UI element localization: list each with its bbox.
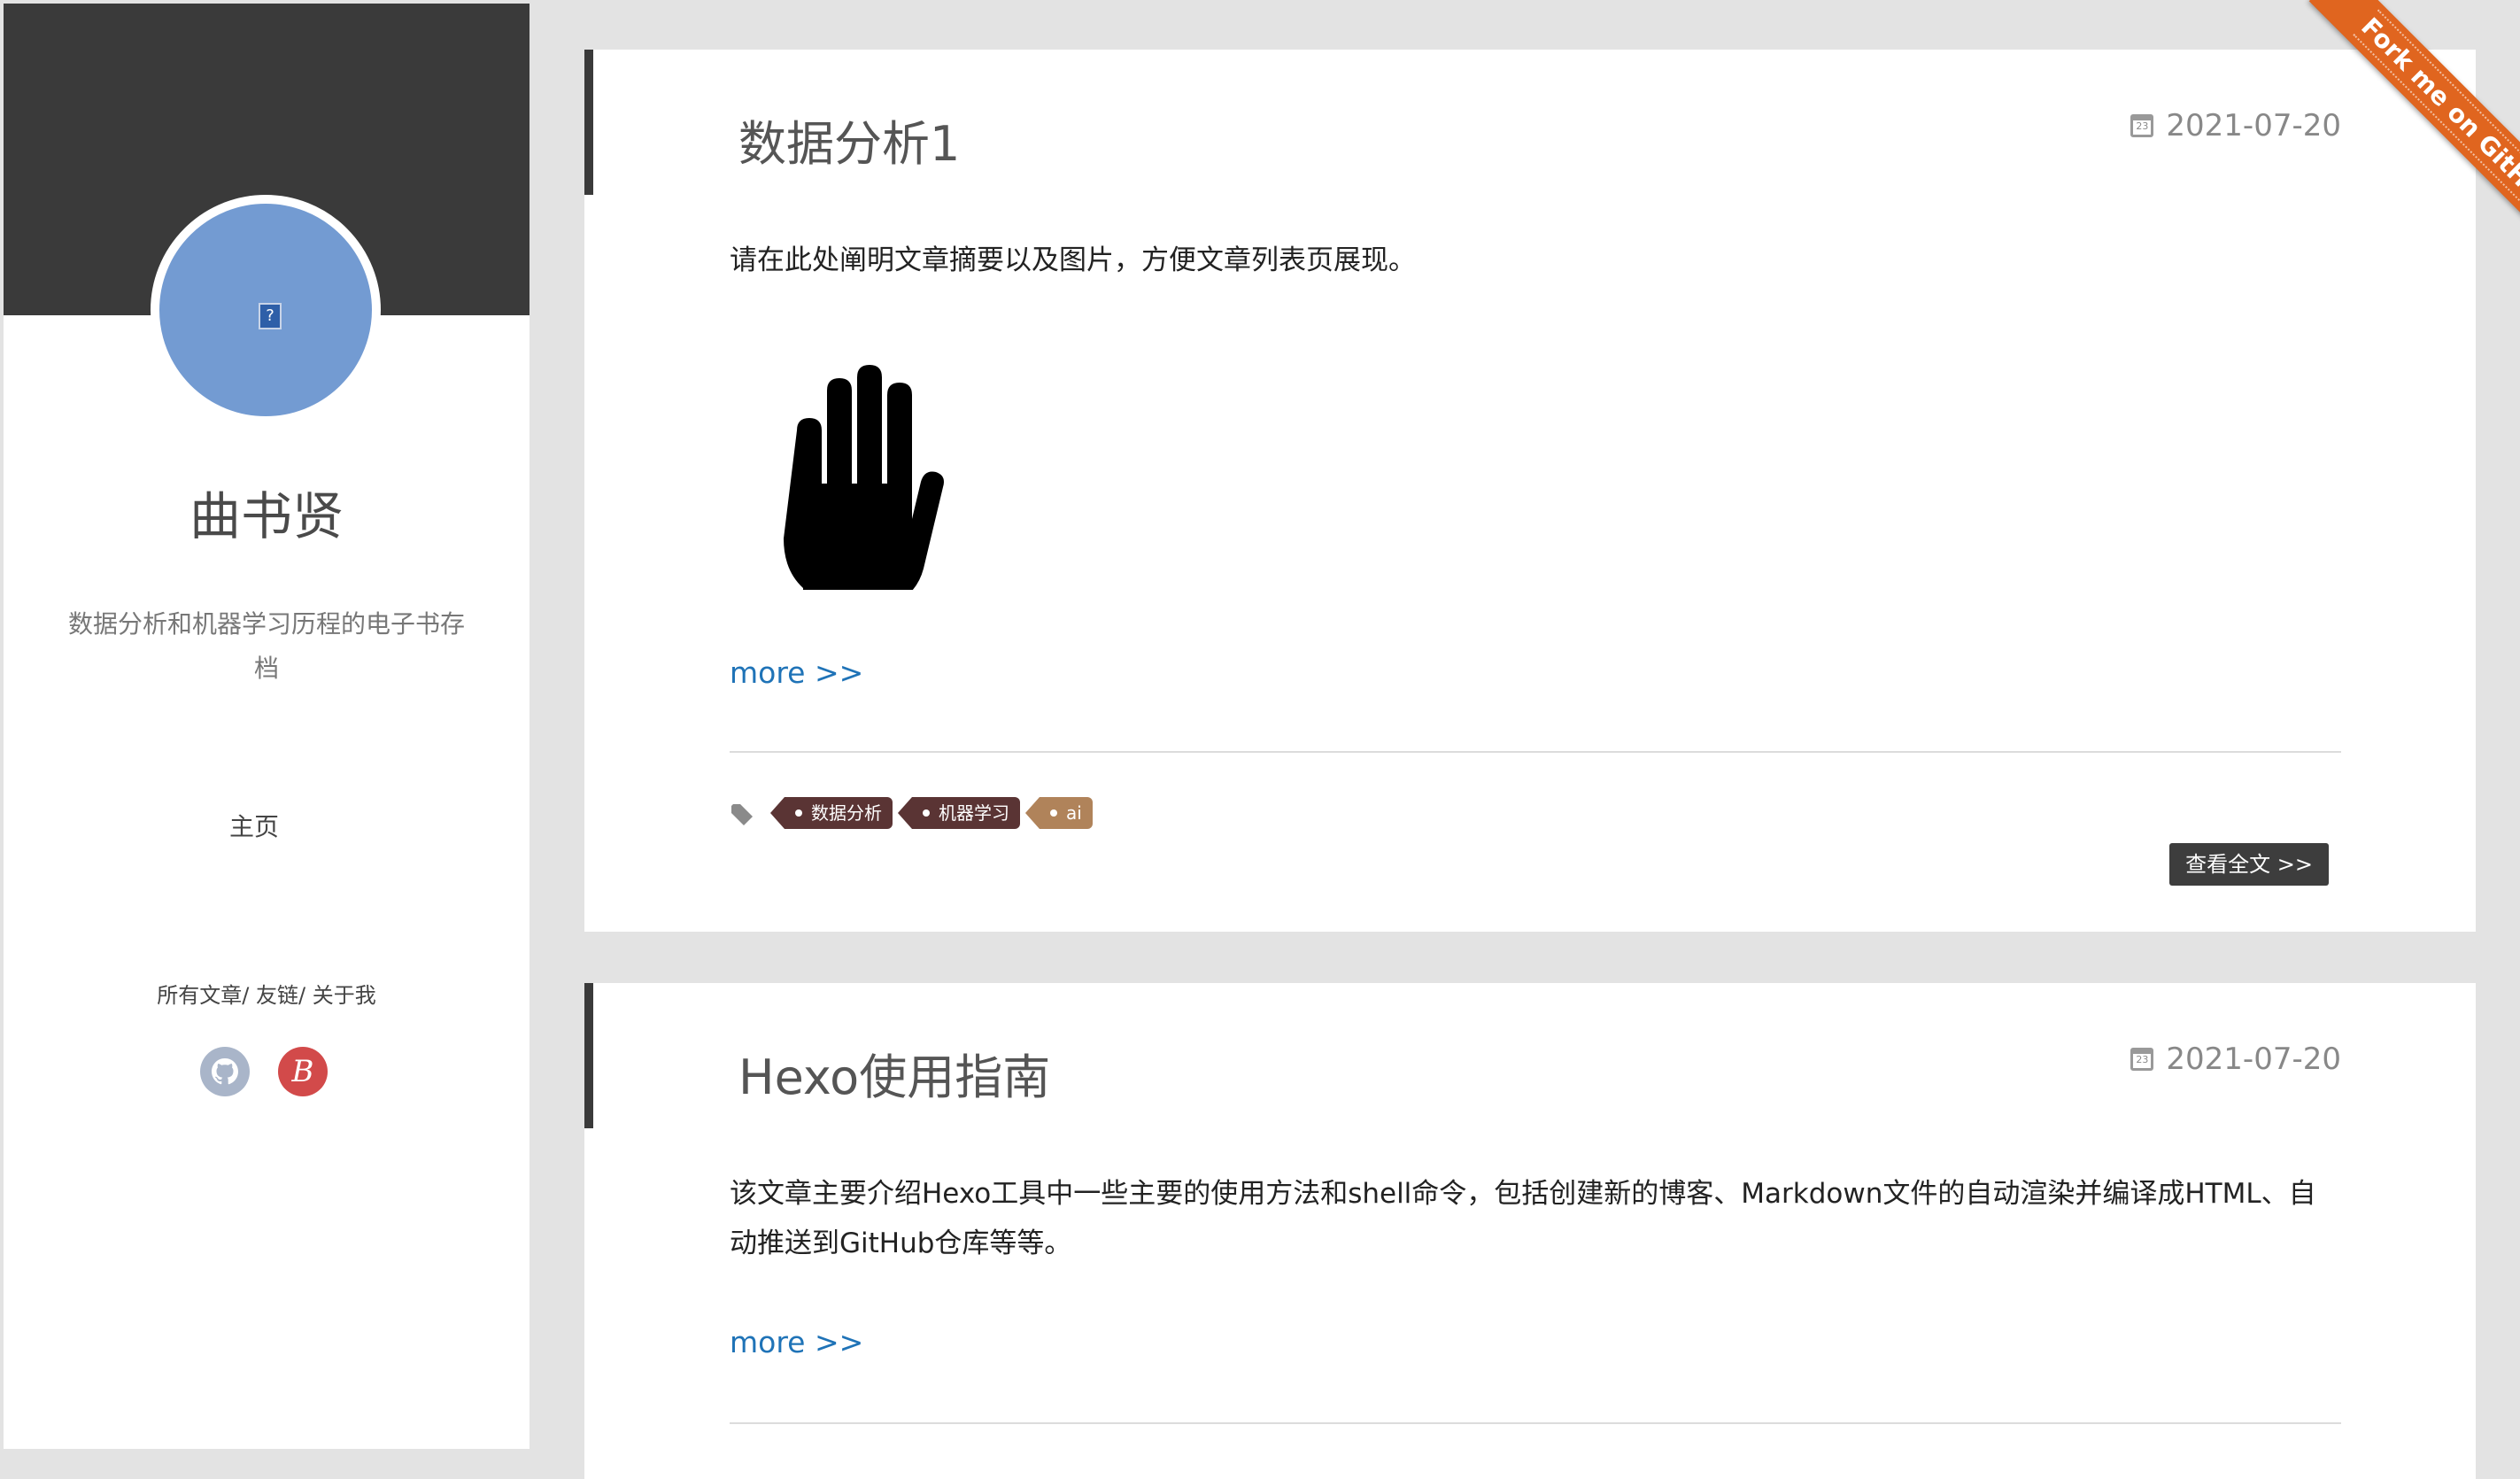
nav-links: 所有文章/ 友链/ 关于我 — [4, 978, 530, 1009]
fork-ribbon-container: Fork me on GitHub — [2254, 0, 2520, 266]
post-excerpt: 请在此处阐明文章摘要以及图片，方便文章列表页展现。 — [730, 244, 1416, 276]
calendar-icon: 23 — [2130, 1048, 2154, 1071]
post-divider — [730, 751, 2341, 753]
tag-ai[interactable]: ai — [1025, 797, 1093, 829]
author-description: 数据分析和机器学习历程的电子书存档 — [67, 609, 465, 683]
post-date-text: 2021-07-20 — [2166, 1041, 2341, 1077]
more-link[interactable]: more >> — [730, 655, 863, 690]
nav-separator: / — [298, 983, 306, 1008]
post-accent-bar — [584, 983, 593, 1128]
post-title[interactable]: Hexo使用指南 — [738, 1038, 1050, 1108]
nav-friends-link[interactable]: 友链 — [256, 983, 298, 1008]
post-divider — [730, 1422, 2341, 1424]
post-excerpt: 该文章主要介绍Hexo工具中一些主要的使用方法和shell命令，包括创建新的博客… — [730, 1178, 2316, 1259]
post-card: Hexo使用指南 23 2021-07-20 该文章主要介绍Hexo工具中一些主… — [584, 983, 2476, 1479]
calendar-icon: 23 — [2130, 114, 2154, 137]
nav-home-link[interactable]: 主页 — [4, 808, 505, 843]
avatar[interactable]: ? — [151, 195, 381, 425]
post-card: 数据分析1 23 2021-07-20 请在此处阐明文章摘要以及图片，方便文章列… — [584, 50, 2476, 932]
nav-all-posts-link[interactable]: 所有文章 — [157, 983, 242, 1008]
broken-image-icon: ? — [259, 303, 282, 329]
github-icon[interactable] — [200, 1047, 250, 1096]
blog-icon[interactable]: B — [278, 1047, 328, 1096]
author-name: 曲书贤 — [189, 486, 344, 546]
nav-about-link[interactable]: 关于我 — [313, 983, 376, 1008]
tag-data-analysis[interactable]: 数据分析 — [770, 797, 893, 829]
read-more-button[interactable]: 查看全文 >> — [2169, 843, 2329, 886]
nav-separator: / — [242, 983, 250, 1008]
hand-icon — [784, 365, 944, 590]
tag-icon — [731, 804, 753, 825]
post-date: 23 2021-07-20 — [2130, 1041, 2341, 1077]
post-accent-bar — [584, 50, 593, 195]
fork-ribbon-label: Fork me on GitHub — [2353, 9, 2520, 221]
post-title[interactable]: 数据分析1 — [738, 105, 960, 174]
tag-machine-learning[interactable]: 机器学习 — [898, 797, 1020, 829]
fork-me-on-github-ribbon[interactable]: Fork me on GitHub — [2308, 0, 2520, 265]
sidebar: ? 曲书贤 数据分析和机器学习历程的电子书存档 主页 所有文章/ 友链/ 关于我… — [4, 4, 530, 1449]
more-link[interactable]: more >> — [730, 1325, 863, 1359]
